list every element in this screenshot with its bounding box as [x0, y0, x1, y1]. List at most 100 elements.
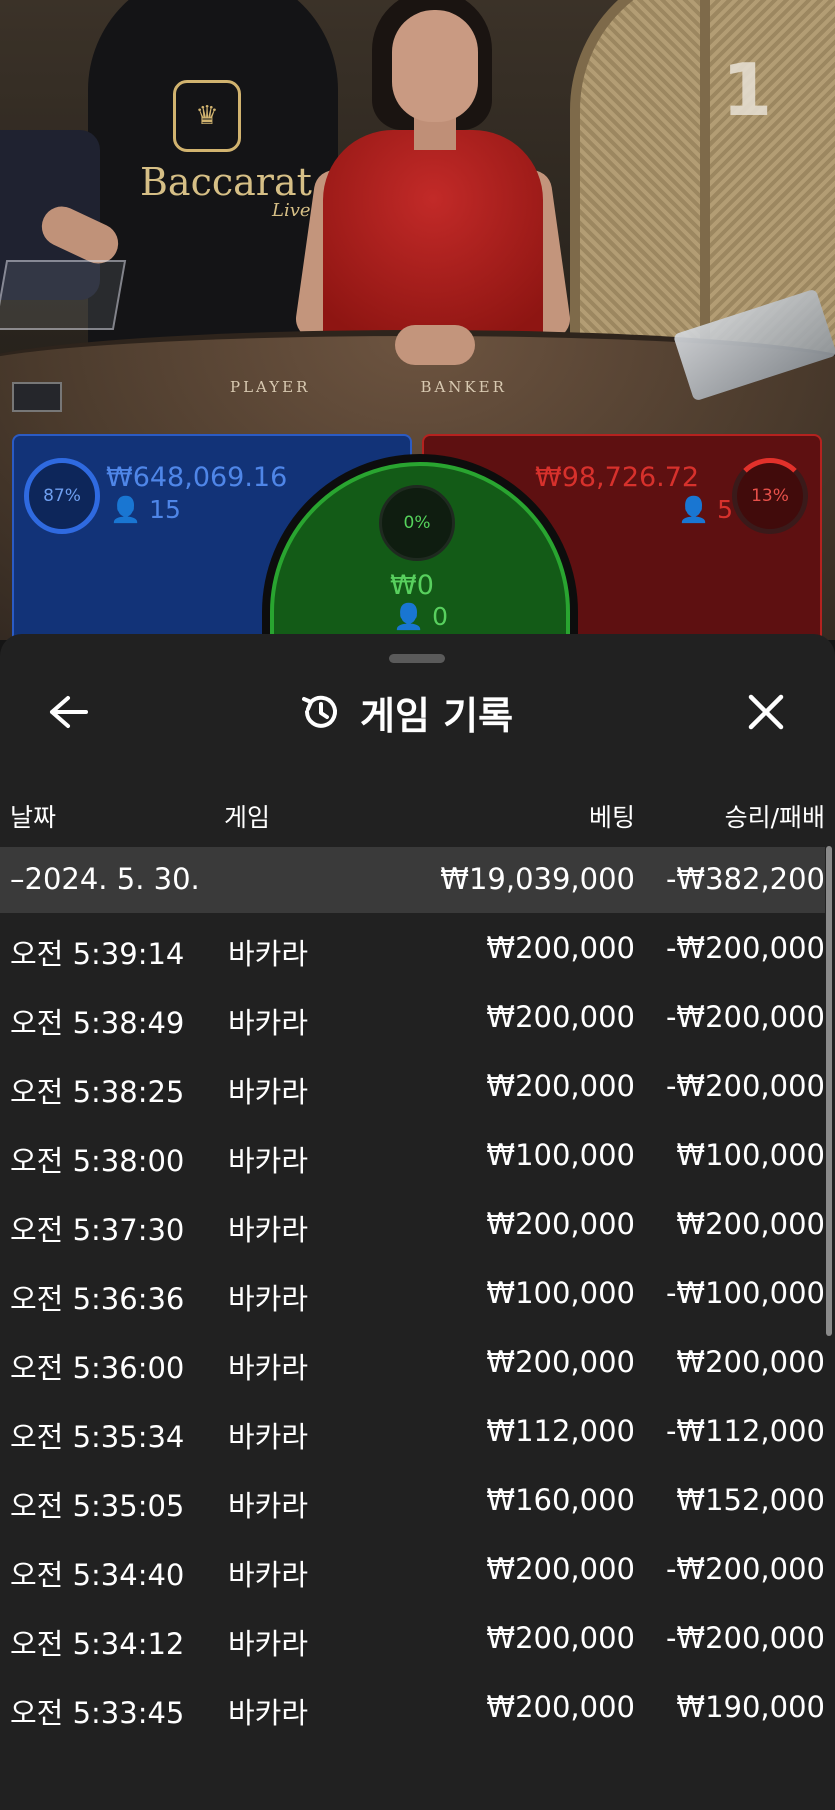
- history-result: -₩200,000: [665, 1069, 825, 1103]
- tie-percent-ring: 0%: [379, 485, 455, 561]
- felt-banker-label: BANKER: [420, 378, 507, 396]
- history-row[interactable]: 오전 5:35:34 바카라 ₩112,000 -₩112,000: [0, 1396, 825, 1465]
- baccarat-logo-text: Baccarat: [140, 160, 312, 204]
- game-history-sheet: 게임 기록 날짜 게임 베팅 승리/패배 –2024. 5. 30. ₩19,0…: [0, 634, 835, 1810]
- history-time: 오전 5:38:49: [10, 1006, 185, 1040]
- person-icon: 👤: [110, 495, 142, 524]
- header-game: 게임: [224, 803, 271, 832]
- history-bet: ₩200,000: [486, 1069, 635, 1103]
- history-time: 오전 5:34:12: [10, 1627, 185, 1661]
- date-group-result-total: -₩382,200: [665, 862, 825, 896]
- history-result: -₩200,000: [665, 1552, 825, 1586]
- history-game: 바카라: [228, 1213, 309, 1247]
- history-bet: ₩200,000: [486, 1207, 635, 1241]
- date-group-bet-total: ₩19,039,000: [440, 862, 635, 896]
- banker-bettors: 5: [717, 495, 733, 524]
- sheet-drag-handle[interactable]: [389, 654, 445, 663]
- history-row[interactable]: 오전 5:35:05 바카라 ₩160,000 ₩152,000: [0, 1465, 825, 1534]
- sheet-title: 게임 기록: [360, 693, 514, 738]
- history-bet: ₩160,000: [486, 1483, 635, 1517]
- history-row[interactable]: 오전 5:38:49 바카라 ₩200,000 -₩200,000: [0, 982, 825, 1051]
- tie-total-amount: ₩0: [390, 570, 434, 601]
- history-row[interactable]: 오전 5:38:00 바카라 ₩100,000 ₩100,000: [0, 1120, 825, 1189]
- history-time: 오전 5:35:05: [10, 1489, 185, 1523]
- history-result: -₩200,000: [665, 931, 825, 965]
- sheet-header: 게임 기록: [298, 684, 513, 740]
- history-game: 바카라: [228, 1558, 309, 1592]
- history-row[interactable]: 오전 5:38:25 바카라 ₩200,000 -₩200,000: [0, 1051, 825, 1120]
- history-time: 오전 5:36:36: [10, 1282, 185, 1316]
- tie-bettor-count: 👤 0: [393, 602, 448, 632]
- baccarat-logo-sub: Live: [272, 200, 311, 221]
- close-button[interactable]: [740, 686, 792, 738]
- history-column-headers: 날짜 게임 베팅 승리/패배: [0, 784, 835, 844]
- history-bet: ₩200,000: [486, 931, 635, 965]
- history-row[interactable]: 오전 5:37:30 바카라 ₩200,000 ₩200,000: [0, 1189, 825, 1258]
- history-result: ₩152,000: [676, 1483, 825, 1517]
- history-result: -₩200,000: [665, 1000, 825, 1034]
- history-game: 바카라: [228, 1075, 309, 1109]
- player-bettor-count: 👤 15: [110, 495, 181, 525]
- close-icon: [748, 694, 784, 730]
- dealer-hands: [395, 325, 475, 365]
- player-percent-ring: 87%: [24, 458, 100, 534]
- history-game: 바카라: [228, 1489, 309, 1523]
- bottom-fade: [0, 1724, 835, 1810]
- history-game: 바카라: [228, 1420, 309, 1454]
- history-result: -₩100,000: [665, 1276, 825, 1310]
- history-list: 오전 5:39:14 바카라 ₩200,000 -₩200,000 오전 5:38:49…: [0, 913, 825, 1741]
- header-bet: 베팅: [588, 803, 635, 832]
- glass-discard-box: [0, 260, 127, 330]
- back-button[interactable]: [42, 686, 94, 738]
- table-number: 1: [722, 48, 773, 132]
- history-row[interactable]: 오전 5:39:14 바카라 ₩200,000 -₩200,000: [0, 913, 825, 982]
- history-result: -₩112,000: [665, 1414, 825, 1448]
- player-bettors: 15: [149, 495, 181, 524]
- date-group-label: –2024. 5. 30.: [10, 862, 200, 896]
- history-row[interactable]: 오전 5:36:00 바카라 ₩200,000 ₩200,000: [0, 1327, 825, 1396]
- history-result: ₩200,000: [676, 1345, 825, 1379]
- felt-player-label: PLAYER: [230, 378, 311, 396]
- history-icon: [302, 695, 337, 728]
- felt-labels: PLAYER BANKER: [230, 378, 507, 396]
- history-bet: ₩200,000: [486, 1000, 635, 1034]
- history-game: 바카라: [228, 937, 309, 971]
- baccarat-logo-icon: ♛: [173, 80, 241, 152]
- history-result: ₩100,000: [676, 1138, 825, 1172]
- arrow-left-icon: [50, 696, 88, 728]
- banker-bettor-count: 👤 5: [678, 495, 733, 525]
- history-game: 바카라: [228, 1144, 309, 1178]
- history-row[interactable]: 오전 5:34:40 바카라 ₩200,000 -₩200,000: [0, 1534, 825, 1603]
- history-game: 바카라: [228, 1627, 309, 1661]
- person-icon: 👤: [678, 495, 710, 524]
- banker-percent-ring: 13%: [732, 458, 808, 534]
- dealer-face: [392, 10, 478, 122]
- history-bet: ₩200,000: [486, 1690, 635, 1724]
- history-bet: ₩200,000: [486, 1552, 635, 1586]
- history-time: 오전 5:36:00: [10, 1351, 185, 1385]
- history-result: ₩200,000: [676, 1207, 825, 1241]
- date-group-row[interactable]: –2024. 5. 30. ₩19,039,000 -₩382,200: [0, 847, 825, 913]
- player-percent: 87%: [43, 486, 81, 506]
- history-bet: ₩100,000: [486, 1138, 635, 1172]
- history-game: 바카라: [228, 1006, 309, 1040]
- history-bet: ₩112,000: [486, 1414, 635, 1448]
- scrollbar[interactable]: [826, 846, 832, 1336]
- person-icon: 👤: [393, 602, 425, 631]
- history-bet: ₩200,000: [486, 1345, 635, 1379]
- history-time: 오전 5:38:00: [10, 1144, 185, 1178]
- history-bet: ₩100,000: [486, 1276, 635, 1310]
- player-total-amount: ₩648,069.16: [106, 462, 288, 493]
- history-time: 오전 5:37:30: [10, 1213, 185, 1247]
- history-game: 바카라: [228, 1282, 309, 1316]
- history-time: 오전 5:34:40: [10, 1558, 185, 1592]
- history-row[interactable]: 오전 5:36:36 바카라 ₩100,000 -₩100,000: [0, 1258, 825, 1327]
- history-time: 오전 5:38:25: [10, 1075, 185, 1109]
- header-result: 승리/패배: [724, 803, 825, 832]
- banker-total-amount: ₩98,726.72: [535, 462, 700, 493]
- tie-percent: 0%: [403, 513, 431, 533]
- history-time: 오전 5:35:34: [10, 1420, 185, 1454]
- tie-bettors: 0: [432, 602, 448, 631]
- history-row[interactable]: 오전 5:34:12 바카라 ₩200,000 -₩200,000: [0, 1603, 825, 1672]
- history-game: 바카라: [228, 1351, 309, 1385]
